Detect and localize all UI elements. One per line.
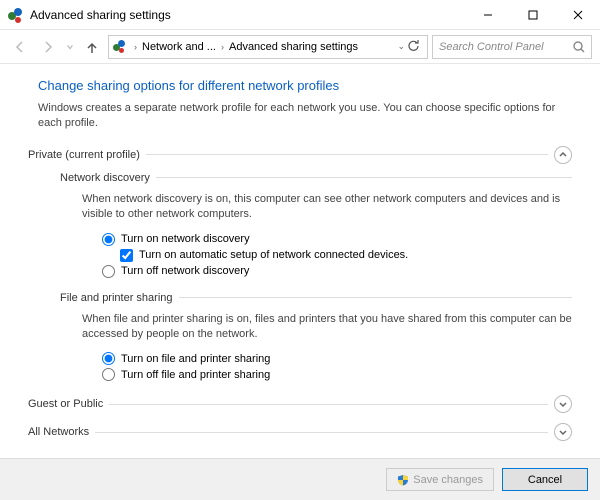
maximize-button[interactable] (510, 0, 555, 30)
button-label: Cancel (528, 474, 562, 486)
search-input[interactable]: Search Control Panel (432, 35, 592, 59)
save-changes-button[interactable]: Save changes (386, 468, 494, 491)
up-button[interactable] (80, 35, 104, 59)
page-description: Windows creates a separate network profi… (38, 101, 572, 132)
search-placeholder: Search Control Panel (439, 41, 569, 53)
chevron-right-icon[interactable]: › (131, 42, 140, 52)
refresh-group: ⌄ (391, 39, 423, 54)
breadcrumb-segment[interactable]: Network and ... (140, 41, 218, 53)
section-allnetworks-header[interactable]: All Networks (28, 423, 572, 441)
section-guest-header[interactable]: Guest or Public (28, 395, 572, 413)
minimize-button[interactable] (465, 0, 510, 30)
radio-file-printer-off[interactable]: Turn off file and printer sharing (102, 368, 572, 381)
divider (146, 154, 548, 155)
shield-icon (397, 474, 409, 486)
divider (156, 177, 572, 178)
divider (109, 404, 548, 405)
radio-network-discovery-on[interactable]: Turn on network discovery (102, 233, 572, 246)
section-label: All Networks (28, 426, 89, 438)
radio-label: Turn on file and printer sharing (121, 353, 270, 365)
page-title: Change sharing options for different net… (38, 78, 572, 93)
subsection-network-discovery: Network discovery (60, 172, 572, 184)
chevron-down-icon[interactable]: ⌄ (395, 41, 407, 52)
radio-label: Turn off network discovery (121, 265, 249, 277)
subsection-label: File and printer sharing (60, 292, 173, 304)
section-private-body: Network discovery When network discovery… (60, 172, 572, 382)
network-discovery-desc: When network discovery is on, this compu… (82, 192, 572, 223)
chevron-down-icon[interactable] (554, 423, 572, 441)
divider (95, 432, 548, 433)
checkbox-input[interactable] (120, 249, 133, 262)
content-area: Change sharing options for different net… (0, 64, 600, 458)
subsection-label: Network discovery (60, 172, 150, 184)
radio-input[interactable] (102, 265, 115, 278)
checkbox-label: Turn on automatic setup of network conne… (139, 249, 408, 261)
navbar: › Network and ... › Advanced sharing set… (0, 30, 600, 64)
breadcrumb-segment[interactable]: Advanced sharing settings (227, 41, 360, 53)
section-private-header[interactable]: Private (current profile) (28, 146, 572, 164)
network-discovery-options: Turn on network discovery Turn on automa… (102, 233, 572, 278)
breadcrumb[interactable]: › Network and ... › Advanced sharing set… (108, 35, 428, 59)
network-center-icon (8, 7, 24, 23)
radio-input[interactable] (102, 368, 115, 381)
forward-button[interactable] (36, 35, 60, 59)
radio-file-printer-on[interactable]: Turn on file and printer sharing (102, 352, 572, 365)
back-button[interactable] (8, 35, 32, 59)
file-printer-desc: When file and printer sharing is on, fil… (82, 312, 572, 343)
cancel-button[interactable]: Cancel (502, 468, 588, 491)
refresh-button[interactable] (407, 39, 419, 54)
recent-dropdown[interactable] (64, 35, 76, 59)
subsection-file-printer: File and printer sharing (60, 292, 572, 304)
radio-label: Turn on network discovery (121, 233, 250, 245)
radio-network-discovery-off[interactable]: Turn off network discovery (102, 265, 572, 278)
chevron-right-icon[interactable]: › (218, 42, 227, 52)
section-label: Private (current profile) (28, 149, 140, 161)
divider (179, 297, 572, 298)
file-printer-options: Turn on file and printer sharing Turn of… (102, 352, 572, 381)
search-icon (573, 41, 585, 53)
radio-label: Turn off file and printer sharing (121, 369, 270, 381)
window-controls (465, 0, 600, 30)
footer: Save changes Cancel (0, 458, 600, 500)
window-title: Advanced sharing settings (30, 8, 465, 22)
checkbox-auto-setup[interactable]: Turn on automatic setup of network conne… (120, 249, 572, 262)
close-button[interactable] (555, 0, 600, 30)
chevron-up-icon[interactable] (554, 146, 572, 164)
chevron-down-icon[interactable] (554, 395, 572, 413)
radio-input[interactable] (102, 352, 115, 365)
section-label: Guest or Public (28, 398, 103, 410)
radio-input[interactable] (102, 233, 115, 246)
network-center-icon (113, 39, 129, 55)
titlebar: Advanced sharing settings (0, 0, 600, 30)
button-label: Save changes (413, 474, 483, 486)
